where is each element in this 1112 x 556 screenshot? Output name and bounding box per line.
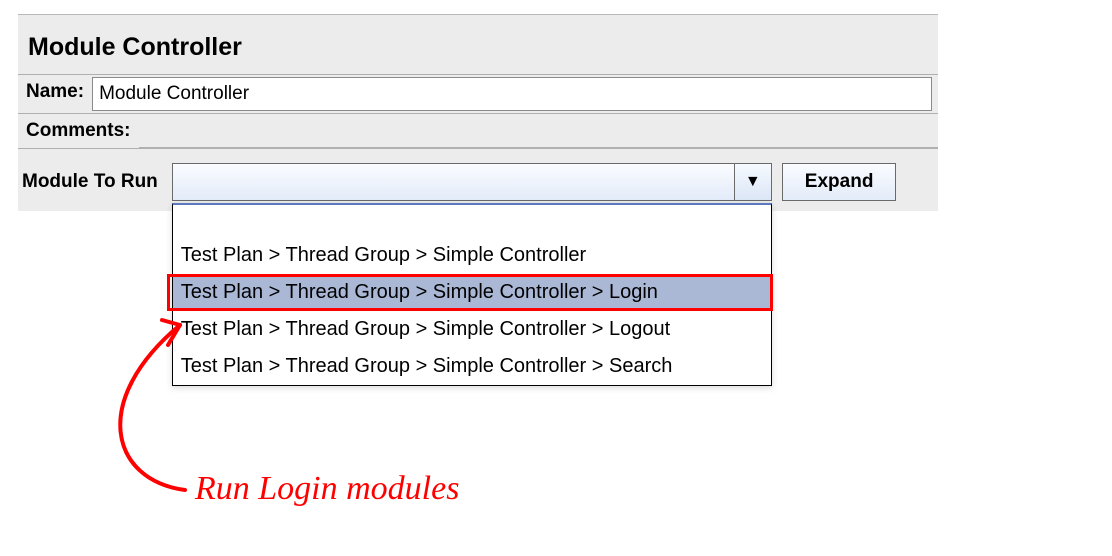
dropdown-item[interactable]: Test Plan > Thread Group > Simple Contro…: [173, 237, 771, 274]
panel-title: Module Controller: [18, 15, 938, 74]
comments-row: Comments:: [18, 113, 938, 149]
module-to-run-row: Module To Run ▼ Test Plan > Thread Group…: [18, 163, 938, 201]
name-row: Name:: [18, 74, 938, 113]
comments-input[interactable]: [139, 114, 938, 148]
expand-button[interactable]: Expand: [782, 163, 897, 201]
annotation-text: Run Login modules: [195, 470, 459, 508]
comments-label: Comments:: [18, 114, 139, 148]
name-label: Name:: [18, 75, 92, 113]
chevron-down-icon: ▼: [745, 173, 761, 191]
dropdown-item[interactable]: Test Plan > Thread Group > Simple Contro…: [173, 274, 771, 311]
name-input[interactable]: [92, 77, 932, 111]
module-to-run-combo-wrap: ▼ Test Plan > Thread Group > Simple Cont…: [172, 163, 772, 201]
module-to-run-label: Module To Run: [22, 163, 172, 193]
dropdown-item[interactable]: Test Plan > Thread Group > Simple Contro…: [173, 348, 771, 385]
dropdown-item[interactable]: Test Plan > Thread Group > Simple Contro…: [173, 311, 771, 348]
module-to-run-dropdown: Test Plan > Thread Group > Simple Contro…: [172, 203, 772, 386]
module-controller-panel: Module Controller Name: Comments: Module…: [18, 14, 938, 211]
combo-dropdown-button[interactable]: ▼: [734, 164, 771, 200]
annotation-highlight-box: [167, 274, 773, 311]
module-to-run-combo[interactable]: ▼: [172, 163, 772, 201]
combo-selected-text: [173, 164, 734, 200]
